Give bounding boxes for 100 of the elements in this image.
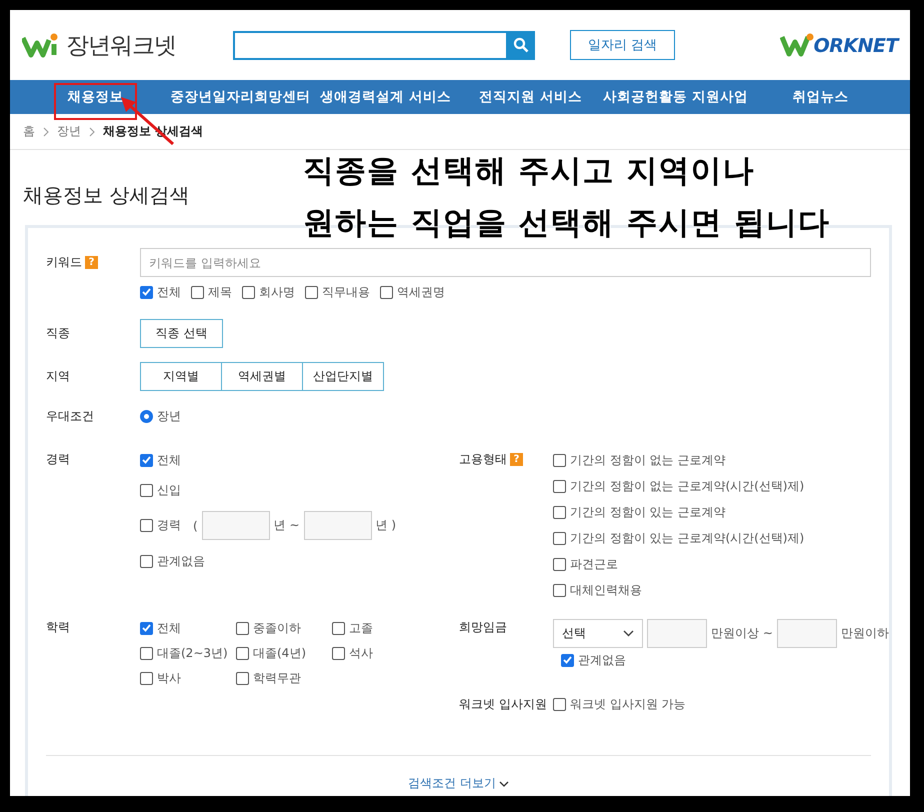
checkbox-label: 기간의 정함이 있는 근로계약(시간(선택)제) (570, 530, 804, 546)
checkbox[interactable] (242, 286, 255, 298)
checkbox-label: 기간의 정함이 있는 근로계약 (570, 504, 726, 520)
checkbox[interactable] (140, 672, 153, 684)
checkbox[interactable] (140, 646, 153, 660)
site-logo-text[interactable]: 장년워크넷 (66, 30, 176, 60)
checkbox-label: 직무내용 (322, 284, 370, 300)
more-conditions-button[interactable]: 검색조건 더보기 (402, 774, 515, 793)
logo-icon (780, 33, 814, 57)
checkbox-label: 워크넷 입사지원 가능 (570, 696, 686, 712)
breadcrumb-item[interactable]: 장년 (57, 123, 81, 140)
field-label: 경력 (46, 451, 70, 468)
checkbox[interactable] (191, 286, 204, 298)
checkbox[interactable] (236, 622, 249, 634)
checkbox-label: 박사 (157, 670, 181, 686)
checkbox[interactable] (553, 698, 566, 710)
radio-label: 장년 (157, 408, 181, 424)
checkbox-label: 관계없음 (157, 552, 205, 570)
checkbox[interactable] (553, 558, 566, 570)
checkbox[interactable] (236, 646, 249, 660)
salary-field[interactable] (776, 619, 837, 648)
search-button[interactable] (506, 30, 535, 60)
checkbox-label: 기간의 정함이 없는 근로계약 (570, 452, 726, 468)
unit-text: 년 ) (376, 517, 396, 534)
checkbox[interactable] (561, 654, 574, 666)
checkbox[interactable] (553, 480, 566, 492)
region-tab[interactable]: 지역별 (140, 362, 222, 391)
page-title: 채용정보 상세검색 (23, 182, 190, 209)
checkbox[interactable] (332, 622, 345, 634)
checkbox[interactable] (140, 554, 153, 568)
region-tab[interactable]: 역세권별 (221, 362, 303, 391)
checkbox-label: 학력무관 (253, 670, 301, 686)
unit-text: 년 ~ (274, 517, 300, 534)
unit-text: 만원이하 (840, 625, 889, 642)
checkbox[interactable] (140, 454, 153, 466)
checkbox[interactable] (380, 286, 393, 298)
checkbox-label: 석사 (349, 644, 373, 662)
checkbox-label: 관계없음 (578, 652, 626, 668)
checkbox-label: 전체 (157, 284, 181, 300)
nav-item[interactable]: 취업뉴스 (748, 88, 893, 106)
search-field[interactable] (233, 30, 506, 60)
nav-item[interactable]: 채용정보 (23, 88, 168, 106)
field-label: 지역 (46, 368, 70, 385)
checkbox-label: 대졸(4년) (253, 644, 306, 662)
checkbox[interactable] (553, 506, 566, 518)
unit-text: 만원이상 ~ (711, 625, 773, 642)
checkbox-label: 경력 (157, 517, 181, 534)
chevron-down-icon (623, 630, 634, 637)
year-field[interactable] (304, 511, 372, 540)
field-label: 고용형태 (459, 451, 507, 468)
checkbox[interactable] (553, 454, 566, 466)
nav-item[interactable]: 사회공헌활동 지원사업 (603, 88, 748, 106)
checkbox-label: 기간의 정함이 없는 근로계약(시간(선택)제) (570, 478, 804, 494)
checkbox[interactable] (140, 484, 153, 496)
checkbox-label: 파견근로 (570, 556, 618, 572)
annotation-text: 원하는 직업을 선택해 주시면 됩니다 (303, 204, 830, 243)
year-field[interactable] (202, 511, 270, 540)
chevron-down-icon (498, 780, 509, 786)
checkbox[interactable] (140, 519, 153, 532)
field-label: 워크넷 입사지원 (459, 696, 547, 712)
checkbox[interactable] (305, 286, 318, 298)
search-icon (512, 37, 528, 53)
checkbox-label: 대체인력채용 (570, 582, 642, 598)
salary-select[interactable]: 선택 (553, 619, 643, 648)
checkbox-label: 전체 (157, 620, 181, 636)
checkbox-label: 회사명 (259, 284, 295, 300)
worknet-logo-text[interactable]: ORKNET (814, 35, 898, 57)
field-label: 학력 (46, 619, 70, 636)
checkbox-label: 신입 (157, 482, 181, 498)
salary-field[interactable] (647, 619, 707, 648)
paren-text: ( (193, 518, 198, 532)
checkbox[interactable] (553, 584, 566, 596)
field-label: 직종 (46, 325, 70, 342)
keyword-field[interactable]: 키워드를 입력하세요 (140, 248, 871, 277)
chevron-right-icon (43, 126, 49, 136)
checkbox-label: 제목 (208, 284, 232, 300)
checkbox[interactable] (140, 286, 153, 298)
annotation-text: 직종을 선택해 주시고 지역이나 (303, 152, 756, 191)
job-search-button[interactable]: 일자리 검색 (570, 30, 675, 60)
nav-item[interactable]: 생애경력설계 서비스 (313, 88, 458, 106)
field-label: 우대조건 (46, 408, 94, 424)
checkbox-label: 전체 (157, 452, 181, 468)
checkbox[interactable] (140, 622, 153, 634)
checkbox-label: 역세권명 (397, 284, 445, 300)
radio-button[interactable] (140, 410, 153, 422)
field-label: 키워드 (46, 254, 82, 271)
logo-icon (22, 32, 60, 58)
checkbox[interactable] (553, 532, 566, 544)
chevron-right-icon (89, 126, 95, 136)
checkbox-label: 고졸 (349, 620, 373, 636)
checkbox-label: 중졸이하 (253, 620, 301, 636)
checkbox[interactable] (332, 646, 345, 660)
checkbox[interactable] (236, 672, 249, 684)
breadcrumb-item[interactable]: 홈 (23, 123, 35, 140)
nav-item[interactable]: 중장년일자리희망센터 (168, 88, 313, 106)
job-select-button[interactable]: 직종 선택 (140, 319, 223, 348)
nav-item[interactable]: 전직지원 서비스 (458, 88, 603, 106)
field-label: 희망임금 (459, 619, 507, 636)
checkbox-label: 대졸(2~3년) (157, 644, 228, 662)
region-tab[interactable]: 산업단지별 (302, 362, 384, 391)
